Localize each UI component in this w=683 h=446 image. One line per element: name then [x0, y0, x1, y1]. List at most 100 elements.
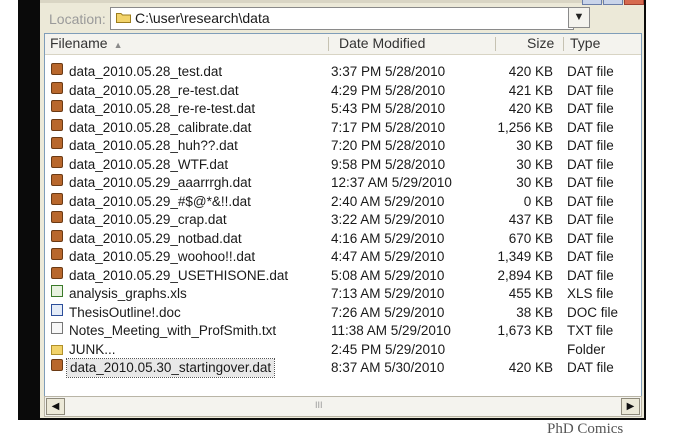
- scroll-right-arrow-icon[interactable]: ▶: [621, 398, 640, 415]
- file-row[interactable]: data_2010.05.29_notbad.dat 4:16 AM 5/29/2…: [45, 229, 641, 249]
- dat-file-icon: [51, 174, 63, 186]
- file-row[interactable]: Notes_Meeting_with_ProfSmith.txt 11:38 AM…: [45, 322, 641, 341]
- file-type: DAT file: [567, 360, 614, 375]
- file-row[interactable]: data_2010.05.29_woohoo!!.dat 4:47 AM 5/29…: [45, 248, 641, 267]
- file-modified: 9:58 PM 5/28/2010: [331, 156, 446, 172]
- file-name: data_2010.05.28_re-test.dat: [69, 82, 239, 98]
- title-bar-strip: [40, 0, 644, 3]
- credit-text: PhD Comics: [547, 421, 624, 437]
- file-size: 455 KB: [508, 286, 553, 301]
- file-size: 30 KB: [516, 175, 553, 190]
- file-row[interactable]: data_2010.05.28_calibrate.dat 7:17 PM 5/2…: [45, 118, 641, 138]
- file-name: data_2010.05.28_huh??.dat: [69, 138, 238, 153]
- location-path: C:\user\research\data: [135, 10, 270, 26]
- file-row[interactable]: data_2010.05.28_huh??.dat 7:20 PM 5/28/20…: [45, 137, 641, 156]
- file-browser-window: Location: C:\user\research\data ▼ Filena…: [40, 0, 644, 418]
- doc-file-icon: [51, 303, 63, 316]
- file-modified: 7:13 AM 5/29/2010: [331, 286, 445, 301]
- file-row[interactable]: data_2010.05.29_#$@*&!!.dat 2:40 AM 5/29/…: [45, 192, 641, 212]
- file-modified: 4:16 AM 5/29/2010: [331, 230, 445, 246]
- scroll-left-arrow-icon[interactable]: ◀: [46, 398, 65, 415]
- folder-icon: [51, 344, 63, 355]
- file-modified: 5:08 AM 5/29/2010: [331, 267, 445, 283]
- file-modified: 8:37 AM 5/30/2010: [331, 360, 445, 375]
- column-divider[interactable]: [495, 37, 496, 51]
- file-name: data_2010.05.29_aaarrrgh.dat: [69, 175, 252, 190]
- file-name: data_2010.05.29_USETHISONE.dat: [69, 267, 289, 283]
- file-row[interactable]: data_2010.05.28_re-re-test.dat 5:43 PM 5/…: [45, 100, 641, 119]
- column-header-row: Filename ▲ Date Modified Size Type: [45, 34, 641, 55]
- file-name: data_2010.05.28_WTF.dat: [69, 156, 229, 172]
- column-header-size[interactable]: Size: [527, 35, 554, 51]
- file-modified: 3:37 PM 5/28/2010: [331, 64, 446, 79]
- file-size: 420 KB: [508, 101, 553, 116]
- column-header-filename-label: Filename: [50, 35, 108, 51]
- dat-file-icon: [51, 137, 63, 149]
- file-type: TXT file: [567, 323, 614, 338]
- txt-file-icon: [51, 322, 63, 334]
- column-divider[interactable]: [563, 37, 564, 51]
- dat-file-icon: [51, 63, 63, 75]
- column-header-type[interactable]: Type: [570, 35, 600, 51]
- file-name: data_2010.05.28_re-re-test.dat: [69, 101, 256, 116]
- file-size: 1,256 KB: [497, 119, 553, 135]
- file-name: data_2010.05.30_startingover.dat: [65, 358, 276, 378]
- file-size: 420 KB: [508, 360, 553, 375]
- file-row[interactable]: analysis_graphs.xls 7:13 AM 5/29/2010 455 …: [45, 285, 641, 304]
- chevron-down-icon[interactable]: ▼: [568, 7, 590, 28]
- file-row[interactable]: ThesisOutline!.doc 7:26 AM 5/29/2010 38 KB…: [45, 303, 641, 323]
- file-row[interactable]: data_2010.05.28_re-test.dat 4:29 PM 5/28/…: [45, 81, 641, 101]
- file-size: 437 KB: [508, 212, 553, 227]
- dat-file-icon: [51, 118, 63, 131]
- xls-file-icon: [51, 285, 63, 297]
- file-type: XLS file: [567, 286, 614, 301]
- file-type: DAT file: [567, 230, 614, 246]
- folder-icon: [116, 13, 131, 23]
- file-size: 38 KB: [516, 304, 553, 320]
- file-size: 420 KB: [508, 64, 553, 79]
- file-size: 0 KB: [523, 193, 553, 209]
- file-type: DAT file: [567, 212, 614, 227]
- file-row[interactable]: data_2010.05.30_startingover.dat 8:37 AM …: [45, 358, 641, 378]
- dat-file-icon: [51, 81, 63, 94]
- file-modified: 12:37 AM 5/29/2010: [331, 175, 452, 190]
- file-row[interactable]: JUNK... 2:45 PM 5/29/2010 Folder: [45, 341, 641, 360]
- file-row[interactable]: data_2010.05.29_crap.dat 3:22 AM 5/29/201…: [45, 211, 641, 230]
- file-row[interactable]: data_2010.05.29_USETHISONE.dat 5:08 AM 5/…: [45, 266, 641, 286]
- file-modified: 2:40 AM 5/29/2010: [331, 193, 445, 209]
- sort-ascending-icon: ▲: [113, 40, 123, 50]
- scroll-grip[interactable]: III: [315, 400, 323, 410]
- file-row[interactable]: data_2010.05.28_WTF.dat 9:58 PM 5/28/2010…: [45, 155, 641, 175]
- file-size: 2,894 KB: [497, 267, 553, 283]
- location-input[interactable]: C:\user\research\data: [110, 7, 574, 30]
- file-type: DAT file: [567, 138, 614, 153]
- file-type: DAT file: [567, 267, 614, 283]
- file-size: 30 KB: [516, 156, 553, 172]
- file-type: DAT file: [567, 119, 614, 135]
- dat-file-icon: [51, 211, 63, 223]
- file-row[interactable]: data_2010.05.28_test.dat 3:37 PM 5/28/201…: [45, 63, 641, 82]
- file-type: DOC file: [567, 304, 619, 320]
- dat-file-icon: [51, 266, 63, 279]
- dat-file-icon: [51, 192, 63, 205]
- file-modified: 7:17 PM 5/28/2010: [331, 119, 446, 135]
- file-modified: 4:29 PM 5/28/2010: [331, 82, 446, 98]
- column-divider[interactable]: [328, 37, 329, 51]
- file-type: DAT file: [567, 156, 614, 172]
- file-list: Filename ▲ Date Modified Size Type data_2…: [44, 33, 642, 397]
- file-type: DAT file: [567, 249, 614, 264]
- file-name: JUNK...: [69, 341, 116, 357]
- file-size: 1,349 KB: [497, 249, 553, 264]
- file-type: DAT file: [567, 101, 614, 116]
- column-header-date[interactable]: Date Modified: [339, 35, 425, 51]
- file-name: data_2010.05.28_test.dat: [69, 64, 223, 79]
- column-header-filename[interactable]: Filename ▲: [50, 35, 123, 51]
- horizontal-scrollbar[interactable]: ◀ III ▶: [44, 396, 642, 417]
- dat-file-icon: [51, 100, 63, 112]
- file-modified: 5:43 PM 5/28/2010: [331, 101, 446, 116]
- file-size: 1,673 KB: [497, 323, 553, 338]
- file-row[interactable]: data_2010.05.29_aaarrrgh.dat 12:37 AM 5/2…: [45, 174, 641, 193]
- dat-file-icon: [51, 359, 63, 371]
- file-size: 421 KB: [508, 82, 553, 98]
- file-rows: data_2010.05.28_test.dat 3:37 PM 5/28/201…: [45, 63, 641, 378]
